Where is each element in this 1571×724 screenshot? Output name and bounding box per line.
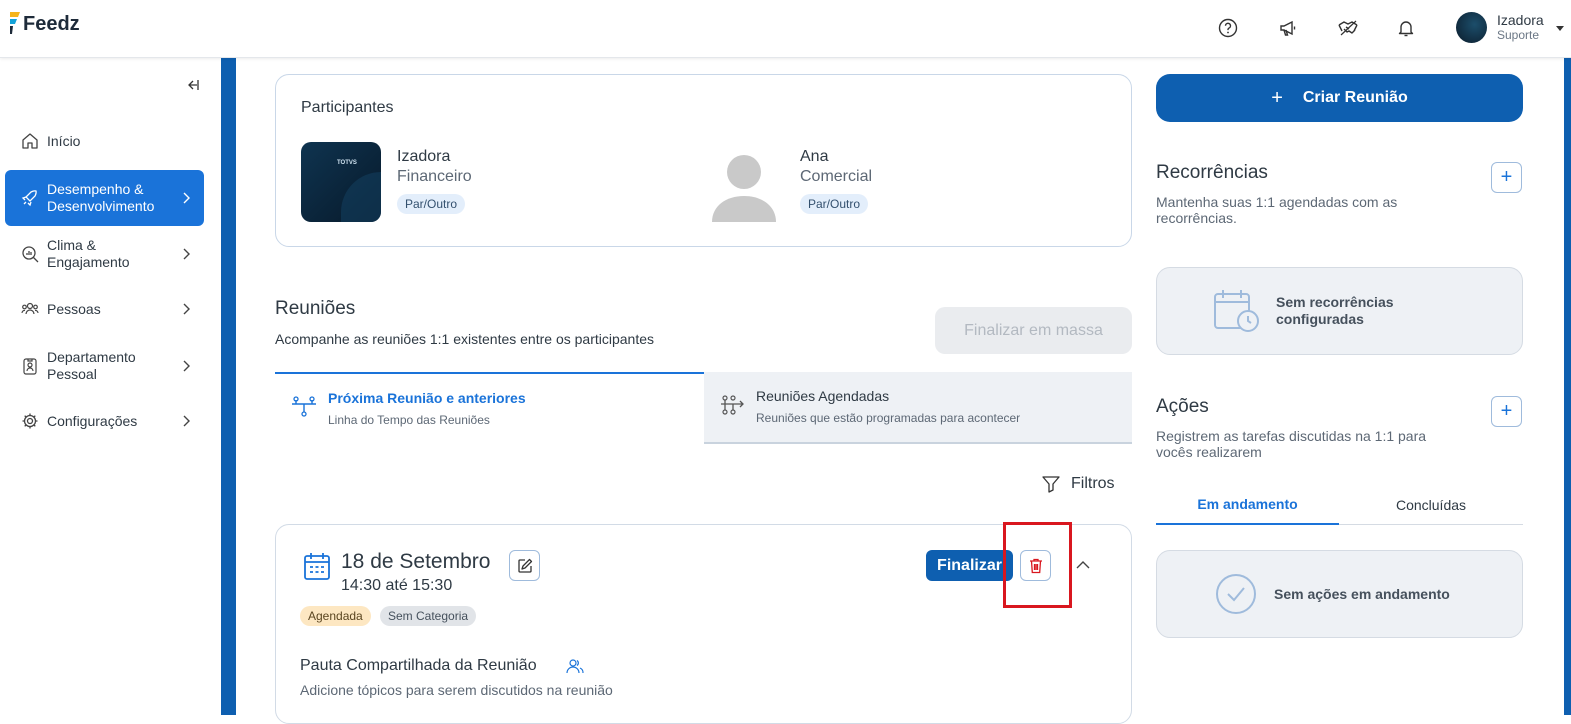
chevron-right-icon — [183, 192, 190, 204]
feedz-logo[interactable]: Feedz — [8, 10, 80, 36]
tab-next-meeting[interactable]: Próxima Reunião e anteriores Linha do Te… — [275, 372, 704, 444]
create-meeting-label: Criar Reunião — [1302, 89, 1408, 106]
filters-label: Filtros — [1071, 475, 1115, 492]
bell-icon[interactable] — [1395, 17, 1417, 39]
top-bar: Feedz Izadora Suporte — [0, 0, 1571, 58]
logo-text: Feedz — [23, 13, 80, 35]
chevron-down-icon[interactable] — [1556, 26, 1564, 31]
bulk-finish-button[interactable]: Finalizar em massa — [935, 307, 1132, 354]
tab-completed[interactable]: Concluídas — [1339, 485, 1523, 525]
actions-empty-text: Sem ações em andamento — [1274, 586, 1450, 602]
edit-meeting-button[interactable] — [509, 550, 540, 581]
rocket-icon — [20, 188, 40, 208]
meetings-subtitle: Acompanhe as reuniões 1:1 existentes ent… — [275, 331, 655, 347]
user-name: Izadora — [1497, 12, 1544, 28]
tab-scheduled-meetings[interactable]: Reuniões Agendadas Reuniões que estão pr… — [704, 372, 1132, 444]
participant-name: Ana — [800, 148, 829, 165]
sidebar-item-label: Configurações — [47, 413, 138, 429]
filter-icon — [1042, 476, 1060, 493]
help-icon[interactable] — [1217, 17, 1239, 39]
tab-label: Reuniões Agendadas — [756, 388, 890, 404]
filters-button[interactable]: Filtros — [1041, 474, 1115, 494]
participant-dept: Financeiro — [397, 168, 472, 185]
chevron-right-icon — [183, 415, 190, 427]
sidebar-item-pessoas[interactable]: Pessoas — [5, 298, 204, 320]
plus-icon: + — [1500, 400, 1513, 422]
timeline-arrow-icon — [721, 395, 744, 415]
chevron-up-icon[interactable] — [1076, 560, 1090, 569]
sidebar-item-departamento[interactable]: Departamento Pessoal — [5, 348, 204, 384]
category-badge: Sem Categoria — [380, 606, 477, 626]
recurrences-empty-text: Sem recorrências configuradas — [1276, 294, 1394, 327]
tab-desc: Linha do Tempo das Reuniões — [328, 413, 490, 427]
meeting-time: 14:30 até 15:30 — [341, 577, 453, 594]
participant-avatar-izadora: TOTVS — [301, 142, 381, 222]
gear-icon — [20, 411, 40, 431]
tab-label: Próxima Reunião e anteriores — [328, 390, 526, 406]
participant-avatar-placeholder — [712, 154, 776, 222]
participants-card: Participantes TOTVS Izadora Financeiro P… — [275, 74, 1132, 247]
recurrences-empty: Sem recorrências configuradas — [1156, 267, 1523, 355]
agenda-desc: Adicione tópicos para serem discutidos n… — [300, 682, 613, 698]
chart-search-icon — [20, 244, 40, 264]
sidebar-item-inicio[interactable]: Início — [5, 128, 204, 154]
avatar-logo-text: TOTVS — [337, 160, 357, 166]
user-role: Suporte — [1497, 28, 1540, 42]
add-action-button[interactable]: + — [1491, 396, 1522, 427]
content-border — [221, 58, 236, 715]
collapse-sidebar-icon[interactable] — [184, 78, 200, 95]
plus-icon: + — [1271, 86, 1283, 109]
participant-role-badge: Par/Outro — [397, 194, 466, 214]
plus-icon: + — [1500, 166, 1513, 188]
calendar-clock-icon — [1214, 290, 1259, 332]
people-icon — [20, 299, 40, 319]
user-avatar — [1456, 12, 1487, 43]
sidebar-item-label: Pessoas — [47, 301, 101, 317]
sidebar-item-desempenho[interactable]: Desempenho & Desenvolvimento — [5, 170, 204, 226]
actions-title: Ações — [1156, 396, 1209, 417]
meeting-card: 18 de Setembro 14:30 até 15:30 Finalizar… — [275, 522, 1132, 724]
sidebar: Início Desempenho & Desenvolvimento Clim… — [0, 58, 221, 715]
tab-in-progress[interactable]: Em andamento — [1156, 485, 1339, 525]
calendar-icon — [304, 553, 330, 580]
check-circle-icon — [1216, 574, 1256, 614]
home-icon — [20, 131, 40, 151]
actions-empty: Sem ações em andamento — [1156, 550, 1523, 638]
megaphone-icon[interactable] — [1277, 17, 1299, 39]
finish-meeting-button[interactable]: Finalizar — [926, 550, 1013, 581]
chevron-right-icon — [183, 303, 190, 315]
participants-title: Participantes — [301, 99, 394, 116]
sidebar-item-label: Desempenho & Desenvolvimento — [47, 181, 155, 214]
sidebar-item-configuracoes[interactable]: Configurações — [5, 410, 204, 432]
meeting-date: 18 de Setembro — [341, 550, 491, 573]
edit-icon — [517, 558, 532, 573]
user-menu[interactable]: Izadora Suporte — [1456, 12, 1544, 43]
handshake-icon[interactable] — [1337, 17, 1359, 39]
chevron-right-icon — [183, 360, 190, 372]
sidebar-item-label: Clima & Engajamento — [47, 237, 130, 270]
badge-icon — [20, 356, 40, 376]
shared-users-icon — [566, 659, 584, 674]
meetings-title: Reuniões — [275, 298, 356, 319]
recurrences-title: Recorrências — [1156, 162, 1268, 183]
participant-role-badge: Par/Outro — [800, 194, 869, 214]
create-meeting-button[interactable]: + Criar Reunião — [1156, 74, 1523, 122]
feedz-logo-icon — [10, 12, 20, 34]
timeline-icon — [292, 396, 316, 417]
sidebar-item-label: Departamento Pessoal — [47, 349, 136, 382]
tab-desc: Reuniões que estão programadas para acon… — [756, 411, 1021, 425]
participant-name: Izadora — [397, 148, 451, 165]
participant-dept: Comercial — [800, 168, 873, 185]
sidebar-item-label: Início — [47, 133, 81, 149]
content-border-right — [1564, 58, 1571, 715]
sidebar-item-clima[interactable]: Clima & Engajamento — [5, 236, 204, 272]
add-recurrence-button[interactable]: + — [1491, 162, 1522, 193]
recurrences-desc: Mantenha suas 1:1 agendadas com as recor… — [1156, 194, 1398, 226]
status-badge: Agendada — [300, 606, 371, 626]
highlight-box — [1003, 522, 1072, 608]
actions-desc: Registrem as tarefas discutidas na 1:1 p… — [1156, 428, 1427, 460]
chevron-right-icon — [183, 248, 190, 260]
agenda-title: Pauta Compartilhada da Reunião — [300, 657, 537, 674]
